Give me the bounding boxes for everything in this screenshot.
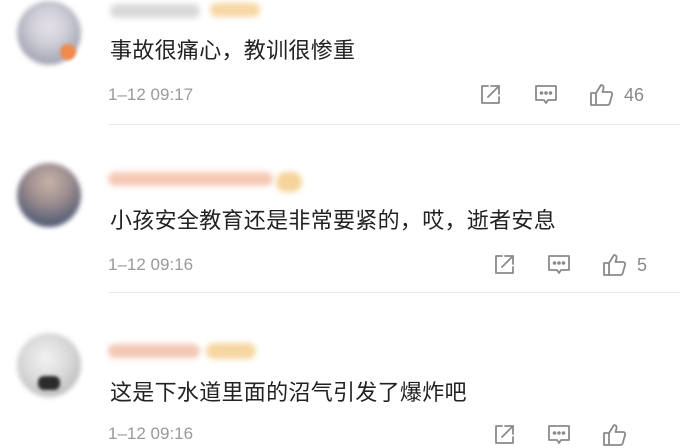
share-icon[interactable] xyxy=(491,422,517,448)
comment-text: 小孩安全教育还是非常要紧的，哎，逝者安息 xyxy=(110,209,557,234)
like-icon[interactable] xyxy=(601,422,627,448)
divider xyxy=(108,292,680,293)
avatar[interactable] xyxy=(17,163,81,227)
vip-badge-icon xyxy=(206,343,256,359)
reply-icon[interactable] xyxy=(546,252,572,278)
username-blurred[interactable] xyxy=(108,344,200,358)
like-icon[interactable] xyxy=(601,252,627,278)
share-icon[interactable] xyxy=(491,252,517,278)
like-count: 5 xyxy=(637,255,648,275)
comment-item: 这是下水道里面的沼气引发了爆炸吧 1–12 09:16 xyxy=(0,0,680,446)
comment-time: 1–12 09:16 xyxy=(108,255,194,274)
vip-badge-icon xyxy=(276,172,302,192)
comment-text: 这是下水道里面的沼气引发了爆炸吧 xyxy=(110,381,467,406)
reply-icon[interactable] xyxy=(546,422,572,448)
comment-time: 1–12 09:16 xyxy=(108,424,194,443)
avatar-accessory-icon xyxy=(38,376,60,390)
username-blurred[interactable] xyxy=(108,172,273,186)
